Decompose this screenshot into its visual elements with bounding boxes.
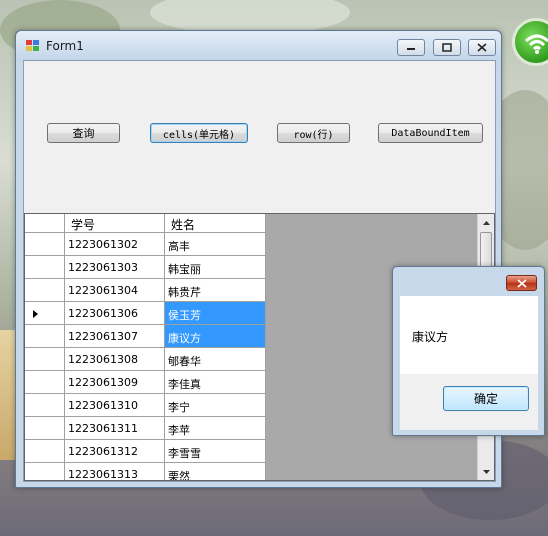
cell-student-id[interactable]: 1223061302 bbox=[65, 233, 165, 256]
cell-name[interactable]: 侯玉芳 bbox=[165, 302, 266, 325]
row-header[interactable] bbox=[25, 256, 65, 279]
message-box-dialog: 康议方 确定 bbox=[392, 266, 545, 436]
row-header[interactable] bbox=[25, 463, 65, 480]
query-button[interactable]: 查询 bbox=[47, 123, 120, 143]
cells-button[interactable]: cells(单元格) bbox=[150, 123, 248, 143]
app-icon bbox=[26, 40, 40, 52]
message-text: 康议方 bbox=[412, 330, 449, 344]
message-box-close-button[interactable] bbox=[506, 275, 537, 291]
top-left-header-cell[interactable] bbox=[25, 214, 65, 233]
cell-name[interactable]: 郇春华 bbox=[165, 348, 266, 371]
table-row[interactable]: 1223061303 韩宝丽 bbox=[25, 256, 266, 279]
cell-name[interactable]: 韩宝丽 bbox=[165, 256, 266, 279]
wifi-icon bbox=[512, 18, 548, 66]
message-box-body: 康议方 bbox=[400, 296, 538, 374]
minimize-icon bbox=[407, 47, 415, 50]
cell-student-id[interactable]: 1223061307 bbox=[65, 325, 165, 348]
table-row[interactable]: 1223061312 李雪雪 bbox=[25, 440, 266, 463]
cell-name[interactable]: 韩贵芹 bbox=[165, 279, 266, 302]
cell-student-id[interactable]: 1223061313 bbox=[65, 463, 165, 480]
table-row[interactable]: 1223061311 李苹 bbox=[25, 417, 266, 440]
table-row[interactable]: 1223061313 栗然 bbox=[25, 463, 266, 480]
row-header[interactable] bbox=[25, 302, 65, 325]
row-header[interactable] bbox=[25, 279, 65, 302]
scroll-thumb[interactable] bbox=[480, 232, 492, 270]
cell-name[interactable]: 栗然 bbox=[165, 463, 266, 480]
ok-button[interactable]: 确定 bbox=[443, 386, 529, 411]
table-row[interactable]: 1223061307 康议方 bbox=[25, 325, 266, 348]
title-bar[interactable]: Form1 bbox=[16, 31, 501, 61]
maximize-icon bbox=[442, 43, 452, 52]
minimize-button[interactable] bbox=[397, 39, 425, 56]
cell-student-id[interactable]: 1223061308 bbox=[65, 348, 165, 371]
scroll-up-arrow[interactable] bbox=[478, 214, 494, 231]
row-header[interactable] bbox=[25, 348, 65, 371]
cell-student-id[interactable]: 1223061304 bbox=[65, 279, 165, 302]
cell-student-id[interactable]: 1223061312 bbox=[65, 440, 165, 463]
cell-student-id[interactable]: 1223061309 bbox=[65, 371, 165, 394]
table-row[interactable]: 1223061308 郇春华 bbox=[25, 348, 266, 371]
cell-name[interactable]: 高丰 bbox=[165, 233, 266, 256]
close-icon bbox=[477, 43, 487, 52]
databounditem-button[interactable]: DataBoundItem bbox=[378, 123, 483, 143]
scroll-down-arrow[interactable] bbox=[478, 463, 494, 480]
row-button[interactable]: row(行) bbox=[277, 123, 350, 143]
message-box-footer: 确定 bbox=[400, 374, 538, 430]
cell-student-id[interactable]: 1223061310 bbox=[65, 394, 165, 417]
row-header[interactable] bbox=[25, 440, 65, 463]
close-button[interactable] bbox=[468, 39, 496, 56]
row-header[interactable] bbox=[25, 417, 65, 440]
close-icon bbox=[516, 278, 527, 288]
cell-student-id[interactable]: 1223061311 bbox=[65, 417, 165, 440]
table-row[interactable]: 1223061302 高丰 bbox=[25, 233, 266, 256]
table-row[interactable]: 1223061309 李佳真 bbox=[25, 371, 266, 394]
window-title: Form1 bbox=[46, 39, 84, 53]
table-row[interactable]: 1223061304 韩贵芹 bbox=[25, 279, 266, 302]
cell-name[interactable]: 李雪雪 bbox=[165, 440, 266, 463]
cell-student-id[interactable]: 1223061303 bbox=[65, 256, 165, 279]
cell-student-id[interactable]: 1223061306 bbox=[65, 302, 165, 325]
cell-name[interactable]: 李佳真 bbox=[165, 371, 266, 394]
chevron-up-icon bbox=[482, 220, 490, 225]
row-header[interactable] bbox=[25, 325, 65, 348]
cell-name[interactable]: 李宁 bbox=[165, 394, 266, 417]
column-header-student-id[interactable]: 学号 bbox=[65, 214, 165, 233]
maximize-button[interactable] bbox=[433, 39, 461, 56]
cell-name[interactable]: 康议方 bbox=[165, 325, 266, 348]
cell-name[interactable]: 李苹 bbox=[165, 417, 266, 440]
row-header[interactable] bbox=[25, 233, 65, 256]
row-header[interactable] bbox=[25, 394, 65, 417]
table-row[interactable]: 1223061306 侯玉芳 bbox=[25, 302, 266, 325]
row-header[interactable] bbox=[25, 371, 65, 394]
column-header-name[interactable]: 姓名 bbox=[165, 214, 266, 233]
current-row-arrow-icon bbox=[33, 310, 38, 318]
chevron-down-icon bbox=[482, 469, 490, 474]
table-row[interactable]: 1223061310 李宁 bbox=[25, 394, 266, 417]
